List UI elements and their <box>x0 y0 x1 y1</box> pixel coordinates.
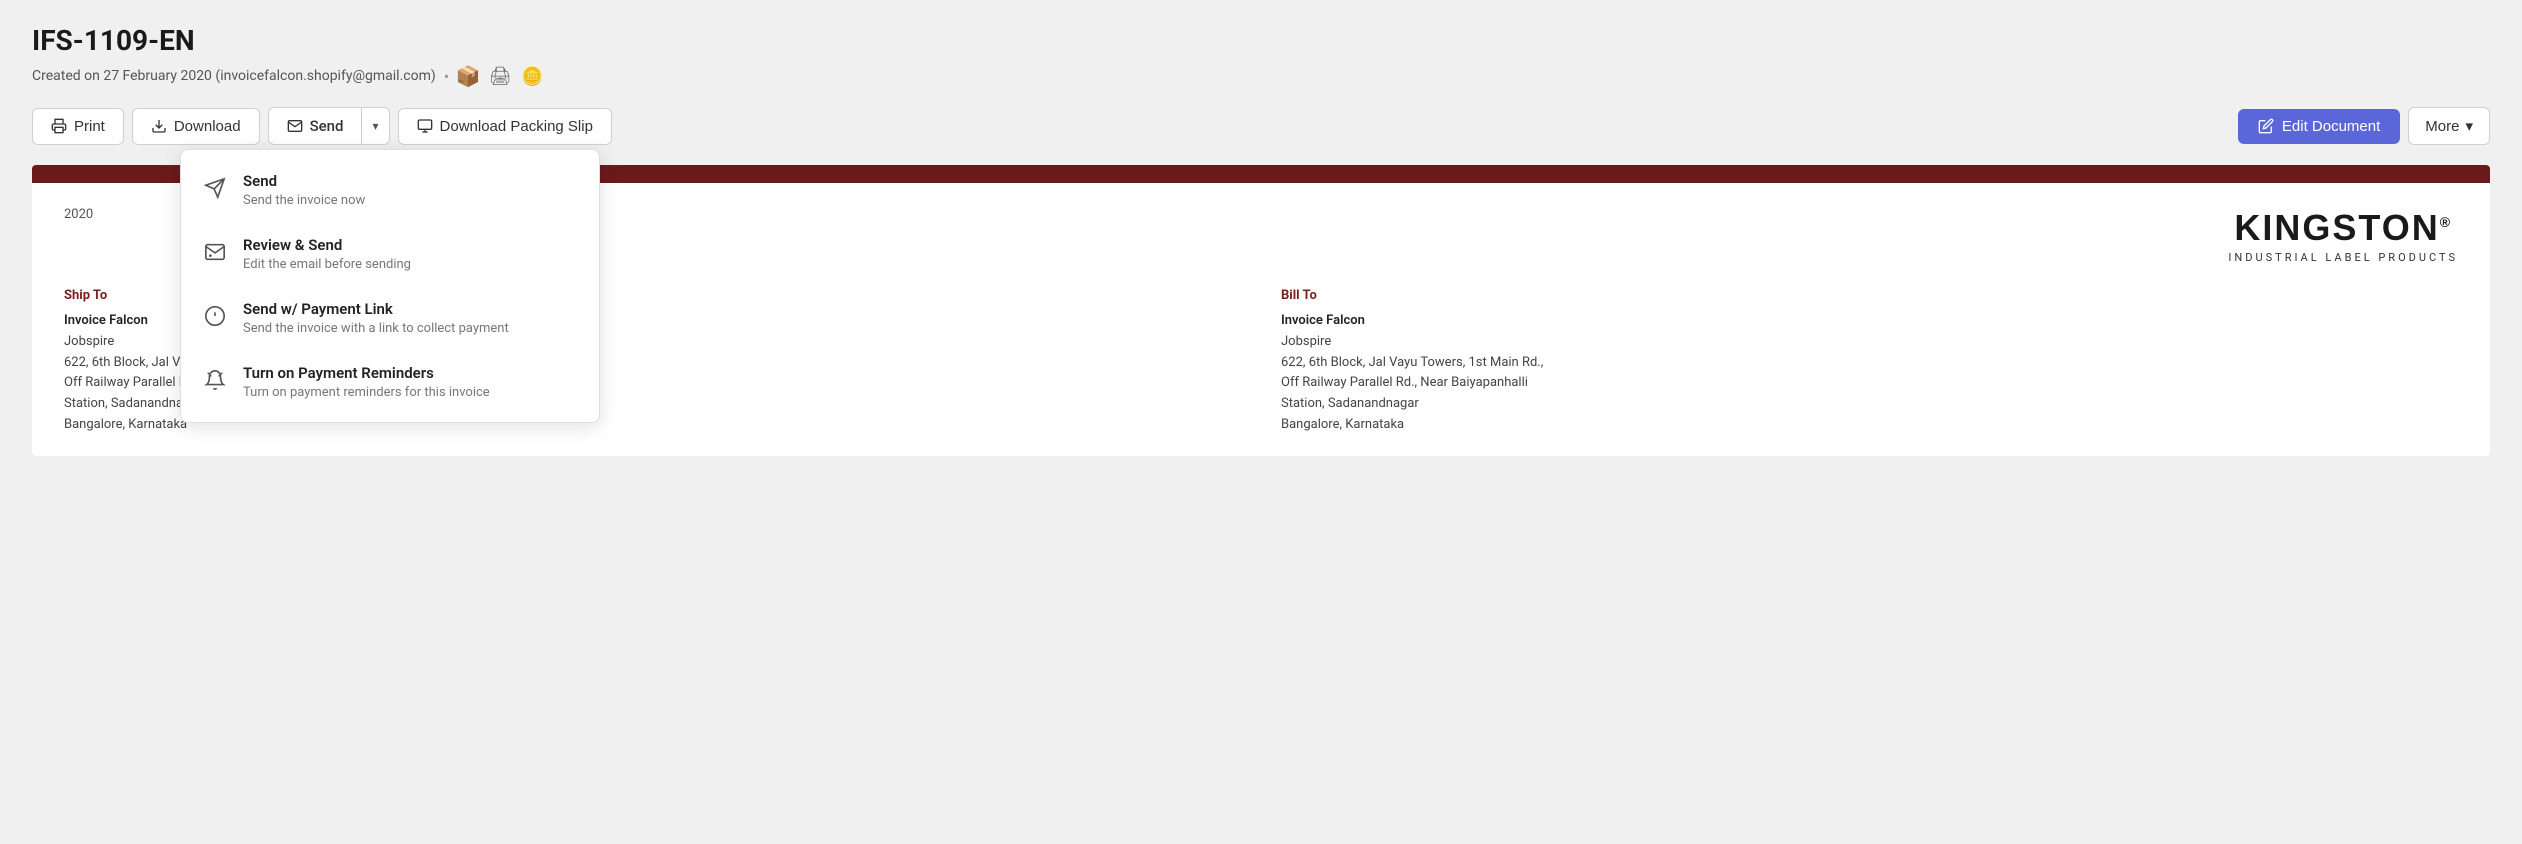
toolbar: Print Download Send ▾ Download Packing S… <box>32 107 2490 145</box>
bill-to-address3: Station, Sadanandnagar <box>1281 394 2458 415</box>
review-send-dropdown-icon <box>201 238 229 266</box>
send-button[interactable]: Send <box>269 108 363 144</box>
coin-icon: 🪙 <box>521 65 543 87</box>
reminders-dropdown-icon <box>201 366 229 394</box>
dropdown-item-review-send-text: Review & Send Edit the email before send… <box>243 236 411 272</box>
print-button[interactable]: Print <box>32 108 124 145</box>
dropdown-send-title: Send <box>243 172 365 190</box>
dropdown-review-send-title: Review & Send <box>243 236 411 254</box>
dropdown-reminders-title: Turn on Payment Reminders <box>243 364 490 382</box>
email-icon: 📦 <box>457 65 479 87</box>
send-dropdown-menu: Send Send the invoice now Review & Send … <box>180 149 600 423</box>
doc-right: KINGSTON® INDUSTRIAL LABEL PRODUCTS <box>1261 207 2458 264</box>
send-chevron[interactable]: ▾ <box>362 110 388 142</box>
envelope-icon <box>287 118 303 134</box>
dropdown-payment-link-title: Send w/ Payment Link <box>243 300 509 318</box>
download-label: Download <box>174 118 241 135</box>
dropdown-reminders-subtitle: Turn on payment reminders for this invoi… <box>243 385 490 400</box>
page-subtitle: Created on 27 February 2020 (invoicefalc… <box>32 65 2490 87</box>
page-title: IFS-1109-EN <box>32 24 2490 57</box>
brand-sub: INDUSTRIAL LABEL PRODUCTS <box>2228 251 2458 264</box>
bill-to-col: Bill To Invoice Falcon Jobspire 622, 6th… <box>1281 288 2458 436</box>
more-button[interactable]: More ▾ <box>2408 107 2490 145</box>
dropdown-item-payment-link[interactable]: Send w/ Payment Link Send the invoice wi… <box>181 286 599 350</box>
download-button[interactable]: Download <box>132 108 260 145</box>
packing-slip-label: Download Packing Slip <box>440 118 593 135</box>
dropdown-item-review-send[interactable]: Review & Send Edit the email before send… <box>181 222 599 286</box>
download-icon <box>151 118 167 134</box>
bill-to-company: Invoice Falcon <box>1281 311 2458 332</box>
dropdown-item-send[interactable]: Send Send the invoice now <box>181 158 599 222</box>
more-chevron-icon: ▾ <box>2465 117 2473 135</box>
dropdown-item-payment-link-text: Send w/ Payment Link Send the invoice wi… <box>243 300 509 336</box>
edit-icon <box>2258 118 2274 134</box>
more-label: More <box>2425 118 2459 135</box>
edit-document-label: Edit Document <box>2282 118 2380 135</box>
bill-to-address2: Off Railway Parallel Rd., Near Baiyapanh… <box>1281 373 2458 394</box>
dropdown-item-send-text: Send Send the invoice now <box>243 172 365 208</box>
dropdown-send-subtitle: Send the invoice now <box>243 193 365 208</box>
dropdown-review-send-subtitle: Edit the email before sending <box>243 257 411 272</box>
edit-document-button[interactable]: Edit Document <box>2238 109 2400 144</box>
printer-icon <box>51 118 67 134</box>
print-label: Print <box>74 118 105 135</box>
dropdown-item-reminders-text: Turn on Payment Reminders Turn on paymen… <box>243 364 490 400</box>
payment-link-dropdown-icon <box>201 302 229 330</box>
send-label-text: Send <box>310 117 344 135</box>
send-split-button[interactable]: Send ▾ <box>268 107 390 145</box>
kingston-logo: KINGSTON® INDUSTRIAL LABEL PRODUCTS <box>2228 207 2458 264</box>
brand-name: KINGSTON® <box>2228 207 2458 249</box>
packing-slip-icon <box>417 118 433 134</box>
print-icon: 🖨 <box>489 65 511 87</box>
dropdown-item-reminders[interactable]: Turn on Payment Reminders Turn on paymen… <box>181 350 599 414</box>
send-dropdown-icon <box>201 174 229 202</box>
subtitle-icons: 📦 🖨 🪙 <box>457 65 543 87</box>
bill-to-label: Bill To <box>1281 288 2458 303</box>
subtitle-text: Created on 27 February 2020 (invoicefalc… <box>32 68 436 84</box>
dropdown-payment-link-subtitle: Send the invoice with a link to collect … <box>243 321 509 336</box>
bill-to-address: 622, 6th Block, Jal Vayu Towers, 1st Mai… <box>1281 353 2458 374</box>
subtitle-dot: • <box>444 67 449 86</box>
bill-to-city: Bangalore, Karnataka <box>1281 415 2458 436</box>
bill-to-division: Jobspire <box>1281 332 2458 353</box>
download-packing-slip-button[interactable]: Download Packing Slip <box>398 108 612 145</box>
